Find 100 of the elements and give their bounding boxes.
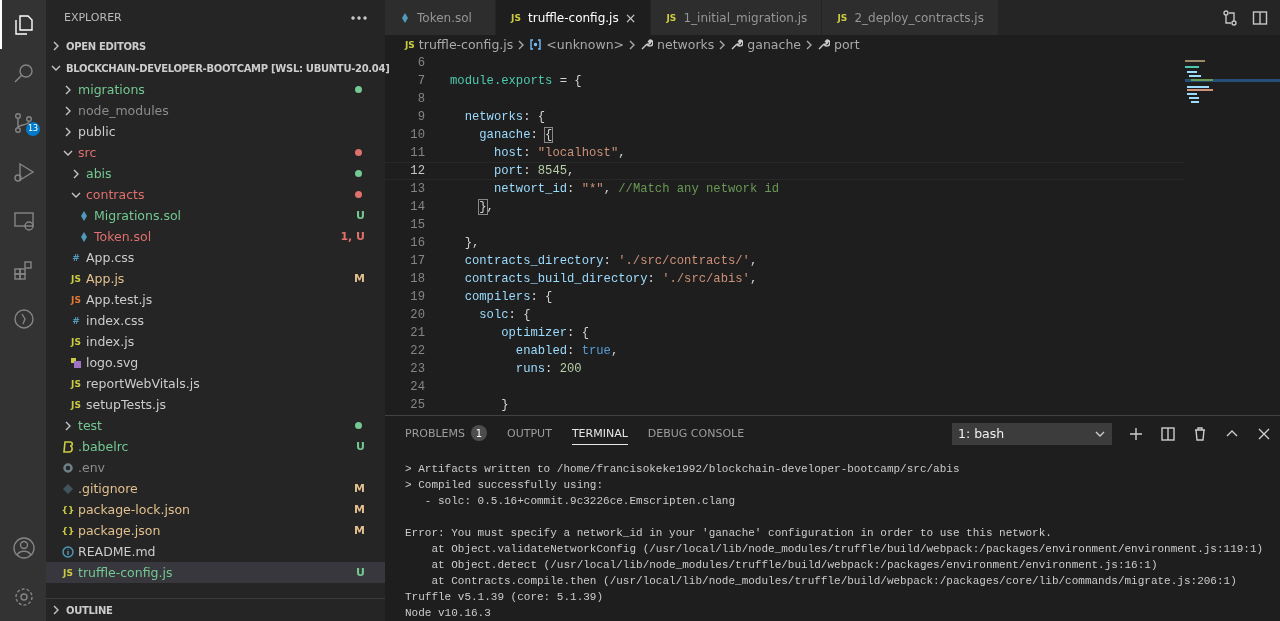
tree-item[interactable]: # index.css [46,310,385,331]
count-badge: 13 [26,122,40,136]
tree-item[interactable]: {} package.json M [46,520,385,541]
file-name: App.test.js [86,292,154,307]
tree-item[interactable]: migrations [46,79,385,100]
tree-item[interactable]: .env [46,457,385,478]
line-number: 24 [409,380,425,394]
file-name: logo.svg [86,355,140,370]
tree-item[interactable]: JS App.js M [46,268,385,289]
tree-item[interactable]: # App.css [46,247,385,268]
tree-item[interactable]: JS truffle-config.js U [46,562,385,583]
file-name: public [78,124,117,139]
editor-tab[interactable]: Token.sol [385,0,496,35]
tree-item[interactable]: src [46,142,385,163]
plus-icon[interactable] [1128,425,1144,442]
tree-item[interactable]: README.md [46,541,385,562]
section-header[interactable]: OPEN EDITORS [46,35,385,57]
close-button[interactable]: × [624,9,637,26]
line-number: 19 [409,290,425,304]
panel-tab[interactable]: TERMINAL [571,422,628,445]
section-header[interactable]: OUTLINE [46,599,385,621]
tree-item[interactable]: contracts [46,184,385,205]
file-name: App.js [86,271,126,286]
code-line: host: "localhost", [492,146,626,160]
tree-item[interactable]: Migrations.sol U [46,205,385,226]
line-number: 16 [409,236,425,250]
file-name: reportWebVitals.js [86,376,201,391]
terminal-dropdown[interactable]: 1: bash [952,422,1112,445]
breadcrumb-item[interactable]: ganache [730,37,801,52]
js-file-icon: JS [63,567,73,578]
tree-item[interactable]: .babelrc U [46,436,385,457]
editor-tab[interactable]: JS 1_initial_migration.js [651,0,823,35]
wrench-icon [817,38,830,51]
status-letter: M [354,503,365,516]
code-line: module.exports = { [450,74,582,88]
terminal-line: Truffle v5.1.39 (core: 5.1.39) [405,590,605,605]
status-letter: M [354,272,365,285]
code-line: optimizer: { [500,326,589,340]
code-line: solc: { [478,308,531,322]
compare-icon[interactable] [1222,9,1238,26]
tree-item[interactable]: public [46,121,385,142]
file-name: index.css [86,313,146,328]
wrench-icon [640,38,654,51]
tree-item[interactable]: Token.sol 1, U [46,226,385,247]
code-line: } [500,398,509,412]
file-name: contracts [86,187,146,202]
status-letter: U [356,209,365,222]
line-number: 13 [409,182,425,196]
info-icon [62,545,74,558]
more-icon [351,15,367,20]
panel-tab[interactable]: DEBUG CONSOLE [647,422,745,445]
line-number: 25 [409,398,425,412]
editor-tab[interactable]: JS truffle-config.js × [496,0,652,35]
panel-tab[interactable]: PROBLEMS 1 [405,422,488,445]
tree-item[interactable]: JS index.js [46,331,385,352]
file-name: test [78,418,103,433]
code-line: }, [478,200,494,214]
panel-tab[interactable]: OUTPUT [507,422,552,445]
breadcrumb-item[interactable]: port [817,37,860,52]
tree-item[interactable]: JS App.test.js [46,289,385,310]
tree-item[interactable]: JS reportWebVitals.js [46,373,385,394]
tree-item[interactable]: abis [46,163,385,184]
tree-item[interactable]: .gitignore M [46,478,385,499]
files-icon[interactable] [12,12,36,37]
b-letter-icon [62,440,74,453]
tree-item[interactable]: test [46,415,385,436]
file-name: setupTests.js [86,397,168,412]
tree-item[interactable]: node_modules [46,100,385,121]
code-line: contracts_build_directory: './src/abis', [463,272,758,286]
terminal-line: > Artifacts written to /home/francisokeke1992/blockchain-developer-bootcamp/src/abis [405,462,961,477]
tree-item[interactable]: {} package-lock.json M [46,499,385,520]
file-name: abis [86,166,113,181]
diamond-icon [62,482,74,495]
braces-icon [529,38,543,51]
split-editor-icon[interactable] [1252,9,1268,26]
code-line: }, [463,236,480,250]
hash-icon: # [72,252,80,263]
editor-tab[interactable]: JS 2_deploy_contracts.js [822,0,999,35]
terminal-line: Node v10.16.3 [405,606,492,621]
code-line: port: 8545, [492,164,575,178]
braces-icon: {} [61,525,75,536]
split-icon[interactable] [1160,425,1176,442]
trash-icon[interactable] [1192,425,1208,442]
line-number: 8 [416,92,425,106]
tree-item[interactable]: logo.svg [46,352,385,373]
code-line: runs: 200 [514,362,582,376]
line-number: 12 [409,164,425,178]
breadcrumb-item[interactable]: networks [640,37,715,52]
account-icon[interactable] [12,535,36,560]
tree-item[interactable]: JS setupTests.js [46,394,385,415]
sidebar-title: EXPLORER [64,11,122,24]
breadcrumb-item[interactable]: <unknown> [529,37,625,52]
status-letter: U [356,440,365,453]
line-number: 15 [409,218,425,232]
js-file-icon: JS [666,12,677,23]
breadcrumb-item[interactable]: JS truffle-config.js [405,37,514,52]
js-file-icon: JS [71,294,81,305]
terminal-line: at Object.validateNetworkConfig (/usr/local/lib/node_modules/truffle/build/webpack:/packages/environment/environment.js:119:1) [430,542,1260,557]
code-line: ganache: { [478,128,553,142]
file-name: package.json [78,523,162,538]
